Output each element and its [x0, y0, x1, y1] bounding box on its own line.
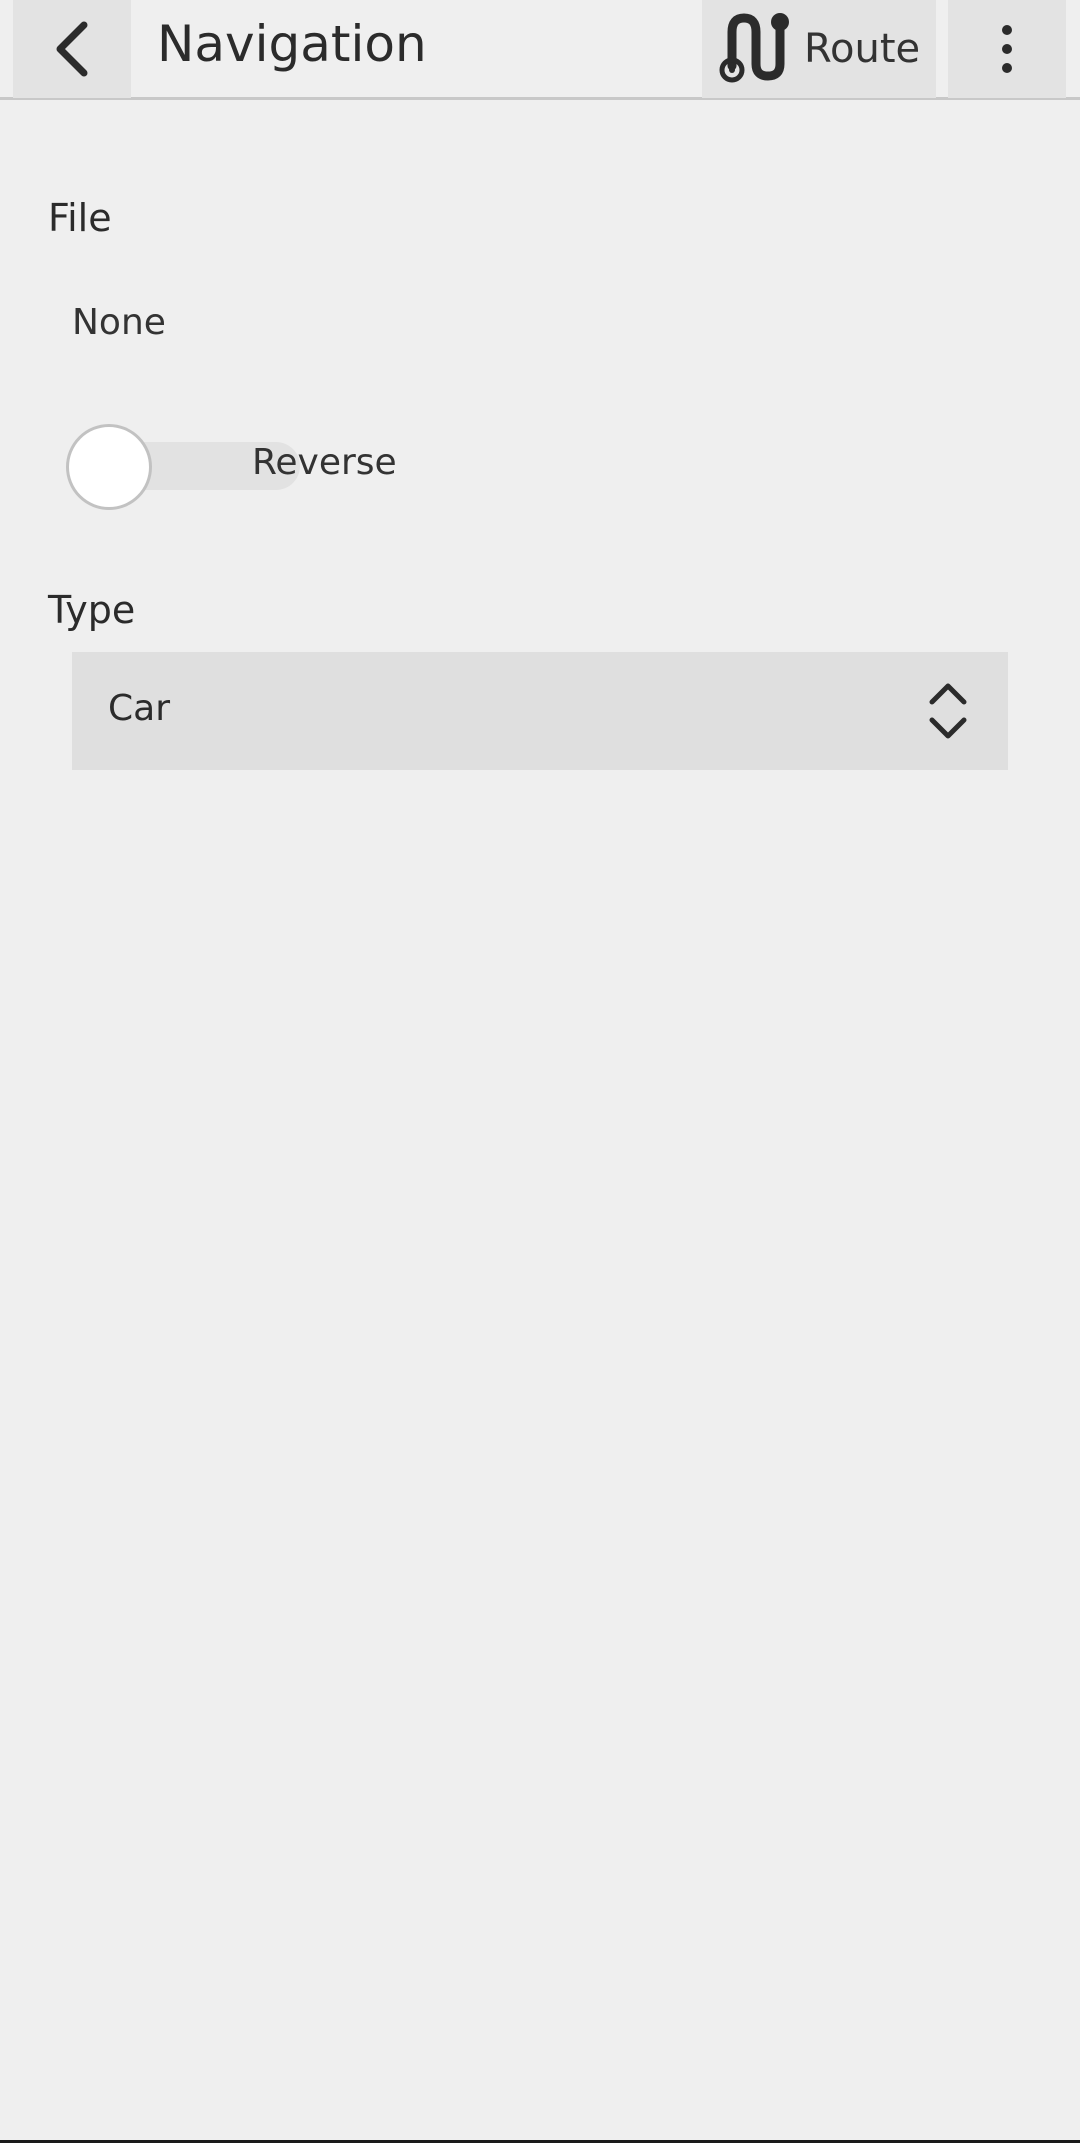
- chevron-left-icon: [56, 21, 88, 77]
- file-label: File: [48, 196, 112, 240]
- reverse-switch[interactable]: [66, 424, 300, 510]
- type-label: Type: [48, 588, 136, 632]
- route-icon: [719, 13, 789, 83]
- more-vertical-icon: [1002, 25, 1012, 73]
- back-button[interactable]: [13, 0, 131, 98]
- switch-thumb: [66, 424, 152, 510]
- type-select-value: Car: [108, 688, 170, 729]
- reverse-label[interactable]: Reverse: [252, 442, 397, 483]
- route-button[interactable]: Route: [702, 0, 936, 98]
- file-value[interactable]: None: [72, 302, 166, 343]
- type-select[interactable]: Car: [72, 652, 1008, 770]
- page-title: Navigation: [157, 15, 427, 73]
- more-menu-button[interactable]: [948, 0, 1066, 98]
- route-label: Route: [804, 26, 921, 72]
- unfold-icon: [929, 683, 967, 739]
- top-toolbar: Navigation Route: [0, 0, 1080, 100]
- navigation-screen: Navigation Route File None Reverse Type …: [0, 0, 1080, 2143]
